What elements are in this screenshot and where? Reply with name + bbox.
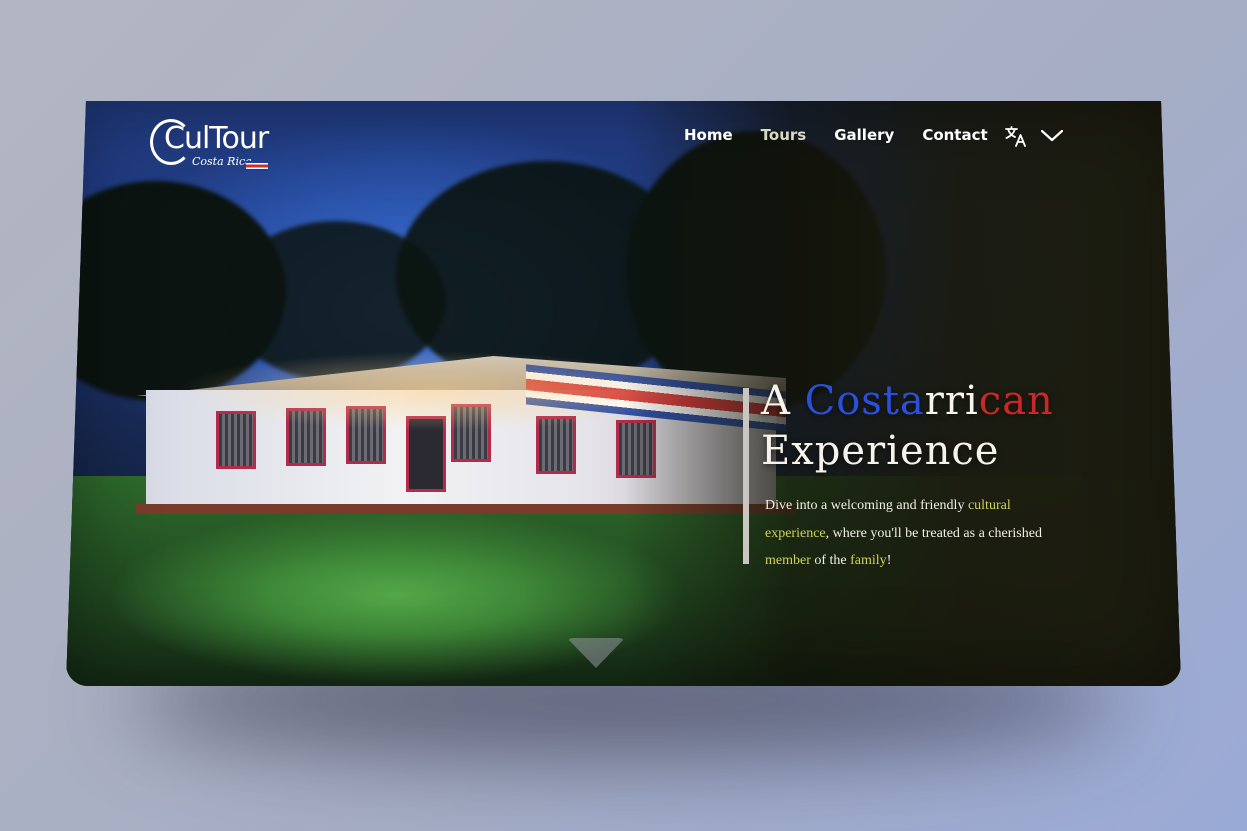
title-word-a: A [761,378,805,424]
nav-contact[interactable]: Contact [922,126,987,144]
highlight-family: family [850,553,887,568]
highlight-member: member [765,553,811,568]
body-text: , where you'll be treated as a cherished [825,525,1042,541]
hero-title: A Costarrican Experience [761,376,1054,476]
hero-description: Dive into a welcoming and friendly cultu… [765,492,1065,575]
hero-card: CulTour Costa Rica Home Tours Gallery Co… [66,101,1181,686]
nav-gallery[interactable]: Gallery [834,126,894,144]
nav-tours[interactable]: Tours [761,126,807,144]
main-nav: Home Tours Gallery Contact [684,126,988,144]
title-can: can [978,378,1054,424]
title-rri: rri [924,378,979,424]
body-text: of the [810,553,851,568]
hero-accent-bar [743,388,749,564]
language-selector[interactable] [1004,125,1064,147]
brand-logo[interactable]: CulTour Costa Rica [150,109,280,173]
nav-home[interactable]: Home [684,126,733,144]
logo-subtitle: Costa Rica [192,155,252,168]
flag-icon [246,161,268,171]
logo-text: CulTour [164,121,269,156]
title-experience: Experience [761,428,1000,474]
body-text: Dive into a welcoming and friendly [765,498,968,513]
translate-icon[interactable] [1004,125,1028,147]
body-text: ! [886,553,892,568]
scroll-down-arrow-icon[interactable] [567,638,625,668]
chevron-down-icon[interactable] [1040,129,1064,143]
title-costa: Costa [804,378,925,424]
